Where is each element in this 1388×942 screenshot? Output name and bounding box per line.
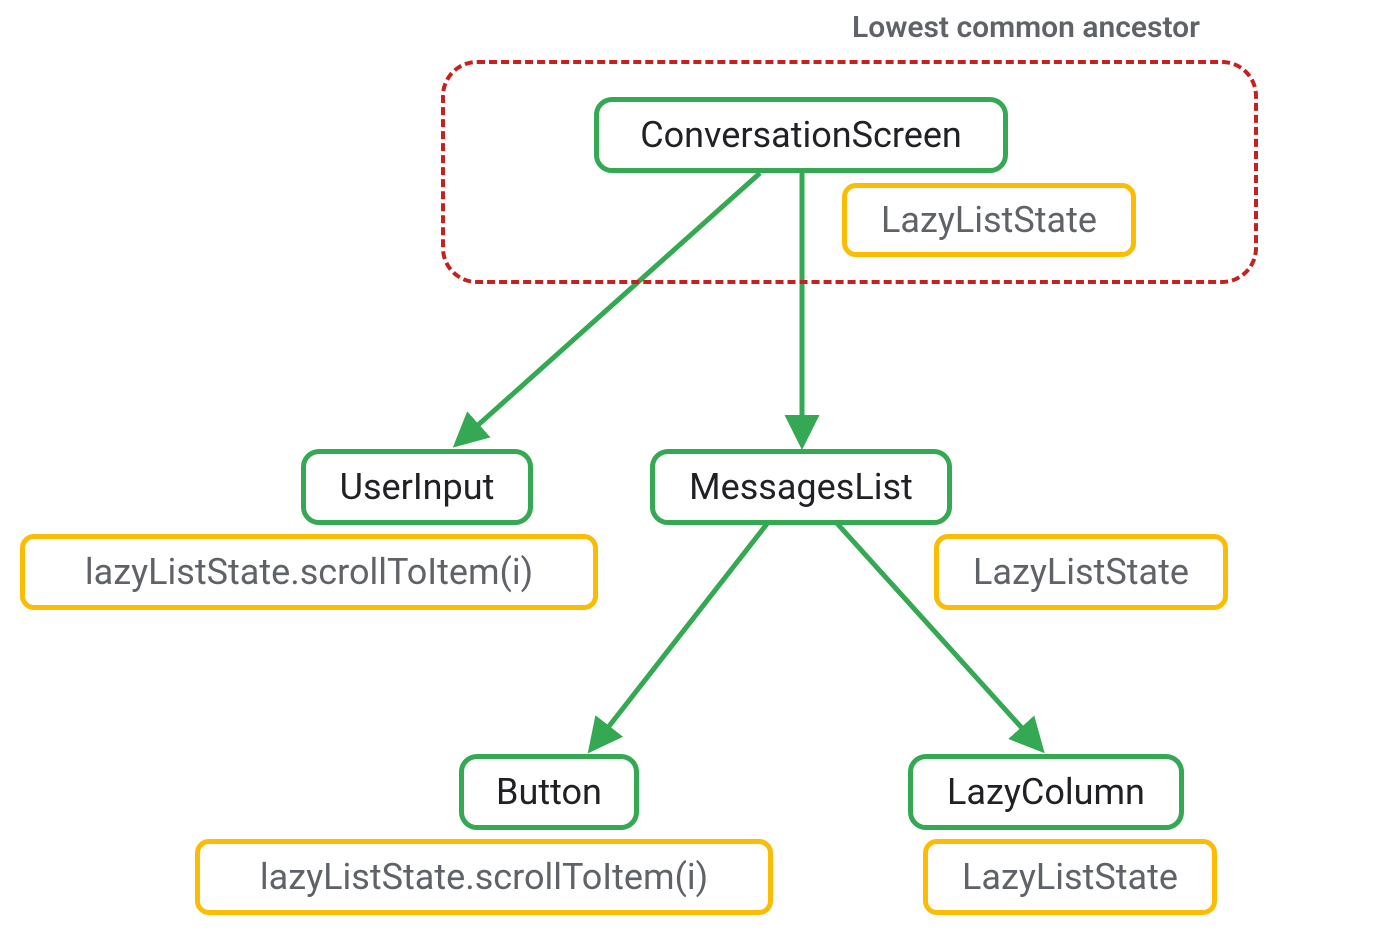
node-conversation-screen: ConversationScreen [594,97,1008,173]
node-user-input: UserInput [301,449,533,525]
node-messages-list: MessagesList [650,449,952,525]
ancestor-label: Lowest common ancestor [852,10,1200,45]
node-lazyliststate-top: LazyListState [842,183,1136,257]
node-button: Button [459,754,639,830]
diagram-canvas: Lowest common ancestor ConversationScree… [0,0,1388,942]
node-user-input-attach: lazyListState.scrollToItem(i) [20,534,598,610]
node-messages-list-attach: LazyListState [934,534,1228,610]
node-button-attach: lazyListState.scrollToItem(i) [195,839,773,915]
node-lazy-column-attach: LazyListState [923,839,1217,915]
node-lazy-column: LazyColumn [908,754,1184,830]
